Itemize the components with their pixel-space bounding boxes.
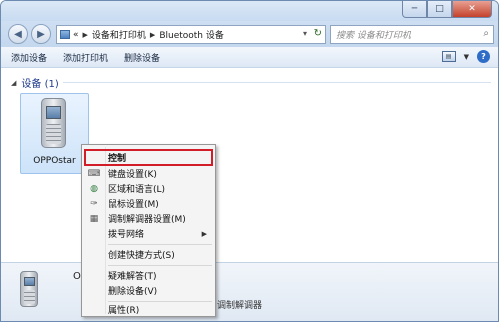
menu-item-label: 鼠标设置(M) [108, 200, 159, 210]
add-device-button[interactable]: 添加设备 [11, 51, 47, 64]
device-name: OPPOstar [33, 156, 76, 166]
breadcrumb-bluetooth[interactable]: Bluetooth 设备 [159, 28, 224, 41]
mobile-phone-icon [41, 98, 66, 148]
close-button[interactable]: ✕ [452, 1, 492, 18]
details-pane: OI 调制解调器 [1, 262, 498, 321]
address-bar[interactable]: « ▶ 设备和打印机 ▶ Bluetooth 设备 ▾ ↻ [56, 25, 326, 44]
address-overflow[interactable]: « [73, 30, 79, 40]
window-controls: ─ □ ✕ [402, 1, 492, 18]
toolbar-right: ▤ ▼ ? [441, 50, 490, 63]
folder-icon [60, 30, 70, 39]
add-printer-button[interactable]: 添加打印机 [63, 51, 108, 64]
minimize-button[interactable]: ─ [402, 1, 427, 18]
address-row: ◀ ▶ « ▶ 设备和打印机 ▶ Bluetooth 设备 ▾ ↻ 搜索 设备和… [1, 21, 498, 47]
view-dropdown-icon[interactable]: ▼ [464, 53, 469, 61]
remove-device-button[interactable]: 删除设备 [124, 51, 160, 64]
explorer-window: ─ □ ✕ ◀ ▶ « ▶ 设备和打印机 ▶ Bluetooth 设备 ▾ ↻ … [0, 0, 499, 322]
command-bar: 添加设备 添加打印机 删除设备 ▤ ▼ ? [1, 47, 498, 68]
menu-item-label: 调制解调器设置(M) [108, 215, 186, 225]
maximize-button[interactable]: □ [427, 1, 452, 18]
group-title: 设备 (1) [21, 79, 59, 90]
modem-icon: ▦ [89, 213, 99, 224]
menu-item-label: 创建快捷方式(S) [108, 251, 175, 261]
group-header[interactable]: ◢ 设备 (1) [11, 75, 59, 91]
title-bar: ─ □ ✕ [1, 1, 498, 21]
search-icon[interactable]: ⌕ [483, 28, 489, 39]
keyboard-icon: ⌨ [87, 168, 101, 179]
device-tile[interactable]: OPPOstar [20, 93, 89, 174]
group-divider [63, 82, 491, 83]
refresh-icon[interactable]: ↻ [314, 28, 322, 39]
menu-item-remove-device[interactable]: 删除设备(V) [84, 283, 213, 298]
collapse-icon[interactable]: ◢ [11, 79, 16, 87]
menu-item-properties[interactable]: 属性(R) [84, 302, 213, 317]
menu-item-label: 删除设备(V) [108, 287, 158, 297]
change-view-icon[interactable]: ▤ [441, 51, 456, 62]
menu-item-keyboard[interactable]: ⌨ 键盘设置(K) [84, 166, 213, 181]
help-icon[interactable]: ? [477, 50, 490, 63]
content-area: ◢ 设备 (1) OPPOstar [1, 69, 498, 262]
back-button[interactable]: ◀ [8, 24, 28, 44]
menu-item-dialup[interactable]: 拨号网络 ▶ [84, 226, 213, 241]
menu-item-create-shortcut[interactable]: 创建快捷方式(S) [84, 247, 213, 262]
search-input[interactable]: 搜索 设备和打印机 ⌕ [330, 25, 494, 44]
menu-item-label: 疑难解答(T) [108, 272, 157, 282]
mouse-icon: ✑ [90, 198, 98, 209]
breadcrumb-separator[interactable]: ▶ [83, 31, 88, 39]
search-placeholder: 搜索 设备和打印机 [336, 31, 411, 41]
menu-item-troubleshoot[interactable]: 疑难解答(T) [84, 268, 213, 283]
arrow-right-icon: ▶ [37, 28, 45, 40]
context-menu: 控制 ⌨ 键盘设置(K) ◍ 区域和语言(L) ✑ 鼠标设置(M) ▦ 调制解调… [81, 144, 216, 317]
annotation-highlight-box [84, 149, 213, 166]
arrow-left-icon: ◀ [14, 28, 22, 40]
mobile-phone-icon [20, 271, 38, 307]
menu-separator [108, 244, 212, 245]
menu-item-label: 拨号网络 [108, 230, 145, 240]
menu-item-modem[interactable]: ▦ 调制解调器设置(M) [84, 211, 213, 226]
forward-button[interactable]: ▶ [31, 24, 51, 44]
menu-separator [108, 265, 212, 266]
breadcrumb-separator[interactable]: ▶ [150, 31, 155, 39]
menu-item-mouse[interactable]: ✑ 鼠标设置(M) [84, 196, 213, 211]
globe-icon: ◍ [90, 183, 98, 194]
menu-item-label: 区域和语言(L) [108, 185, 166, 195]
detail-category: 调制解调器 [217, 301, 263, 311]
menu-item-label: 属性(R) [108, 306, 140, 316]
menu-item-region-language[interactable]: ◍ 区域和语言(L) [84, 181, 213, 196]
breadcrumb-devices-printers[interactable]: 设备和打印机 [92, 28, 146, 41]
address-dropdown-icon[interactable]: ▾ [303, 29, 307, 38]
submenu-arrow-icon: ▶ [201, 229, 207, 238]
menu-item-label: 键盘设置(K) [108, 170, 157, 180]
